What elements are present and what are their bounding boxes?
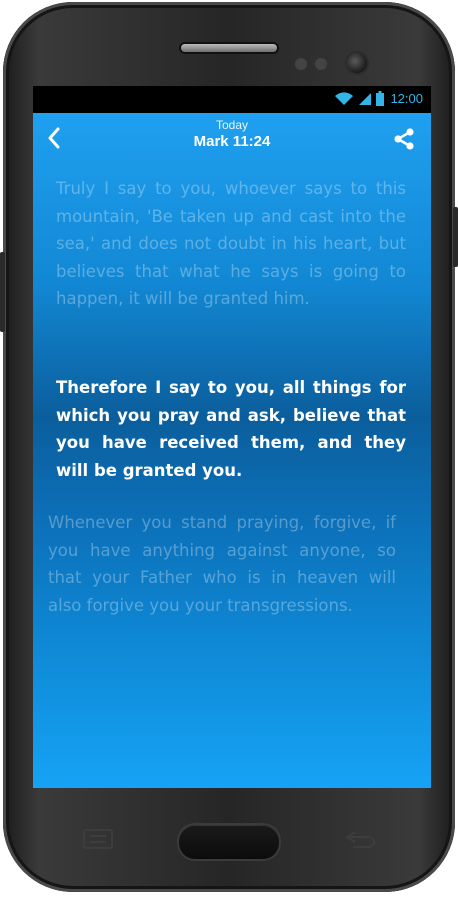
share-icon bbox=[394, 128, 414, 150]
wifi-icon bbox=[335, 91, 354, 105]
proximity-sensor bbox=[295, 58, 307, 70]
light-sensor bbox=[315, 58, 327, 70]
menu-key-icon[interactable] bbox=[81, 828, 115, 850]
home-key[interactable] bbox=[179, 825, 279, 859]
power-button bbox=[453, 207, 458, 267]
date-label: Today bbox=[215, 118, 249, 132]
volume-button bbox=[0, 252, 5, 332]
app-bar: Today Mark 11:24 bbox=[33, 113, 431, 163]
share-button[interactable] bbox=[389, 124, 419, 154]
next-verse[interactable]: Whenever you stand praying, forgive, if … bbox=[48, 509, 396, 619]
chevron-left-icon bbox=[48, 127, 60, 149]
signal-icon bbox=[359, 92, 372, 105]
back-key-icon[interactable] bbox=[343, 828, 379, 850]
verse-screen: Today Mark 11:24 Truly I say to you, who… bbox=[33, 113, 431, 788]
status-bar: 12:00 bbox=[33, 86, 431, 113]
current-verse[interactable]: Therefore I say to you, all things for w… bbox=[56, 374, 406, 484]
battery-icon bbox=[376, 91, 385, 106]
app-title: Today Mark 11:24 bbox=[113, 118, 351, 152]
back-button[interactable] bbox=[39, 123, 69, 153]
earpiece-speaker bbox=[181, 44, 277, 52]
front-camera bbox=[347, 53, 367, 73]
screen: 12:00 Today Mark 11:24 Truly I say to yo… bbox=[33, 86, 431, 788]
status-time: 12:00 bbox=[390, 91, 423, 106]
previous-verse[interactable]: Truly I say to you, whoever says to this… bbox=[56, 175, 406, 313]
phone-frame: 12:00 Today Mark 11:24 Truly I say to yo… bbox=[0, 2, 458, 892]
verse-reference: Mark 11:24 bbox=[193, 133, 271, 150]
